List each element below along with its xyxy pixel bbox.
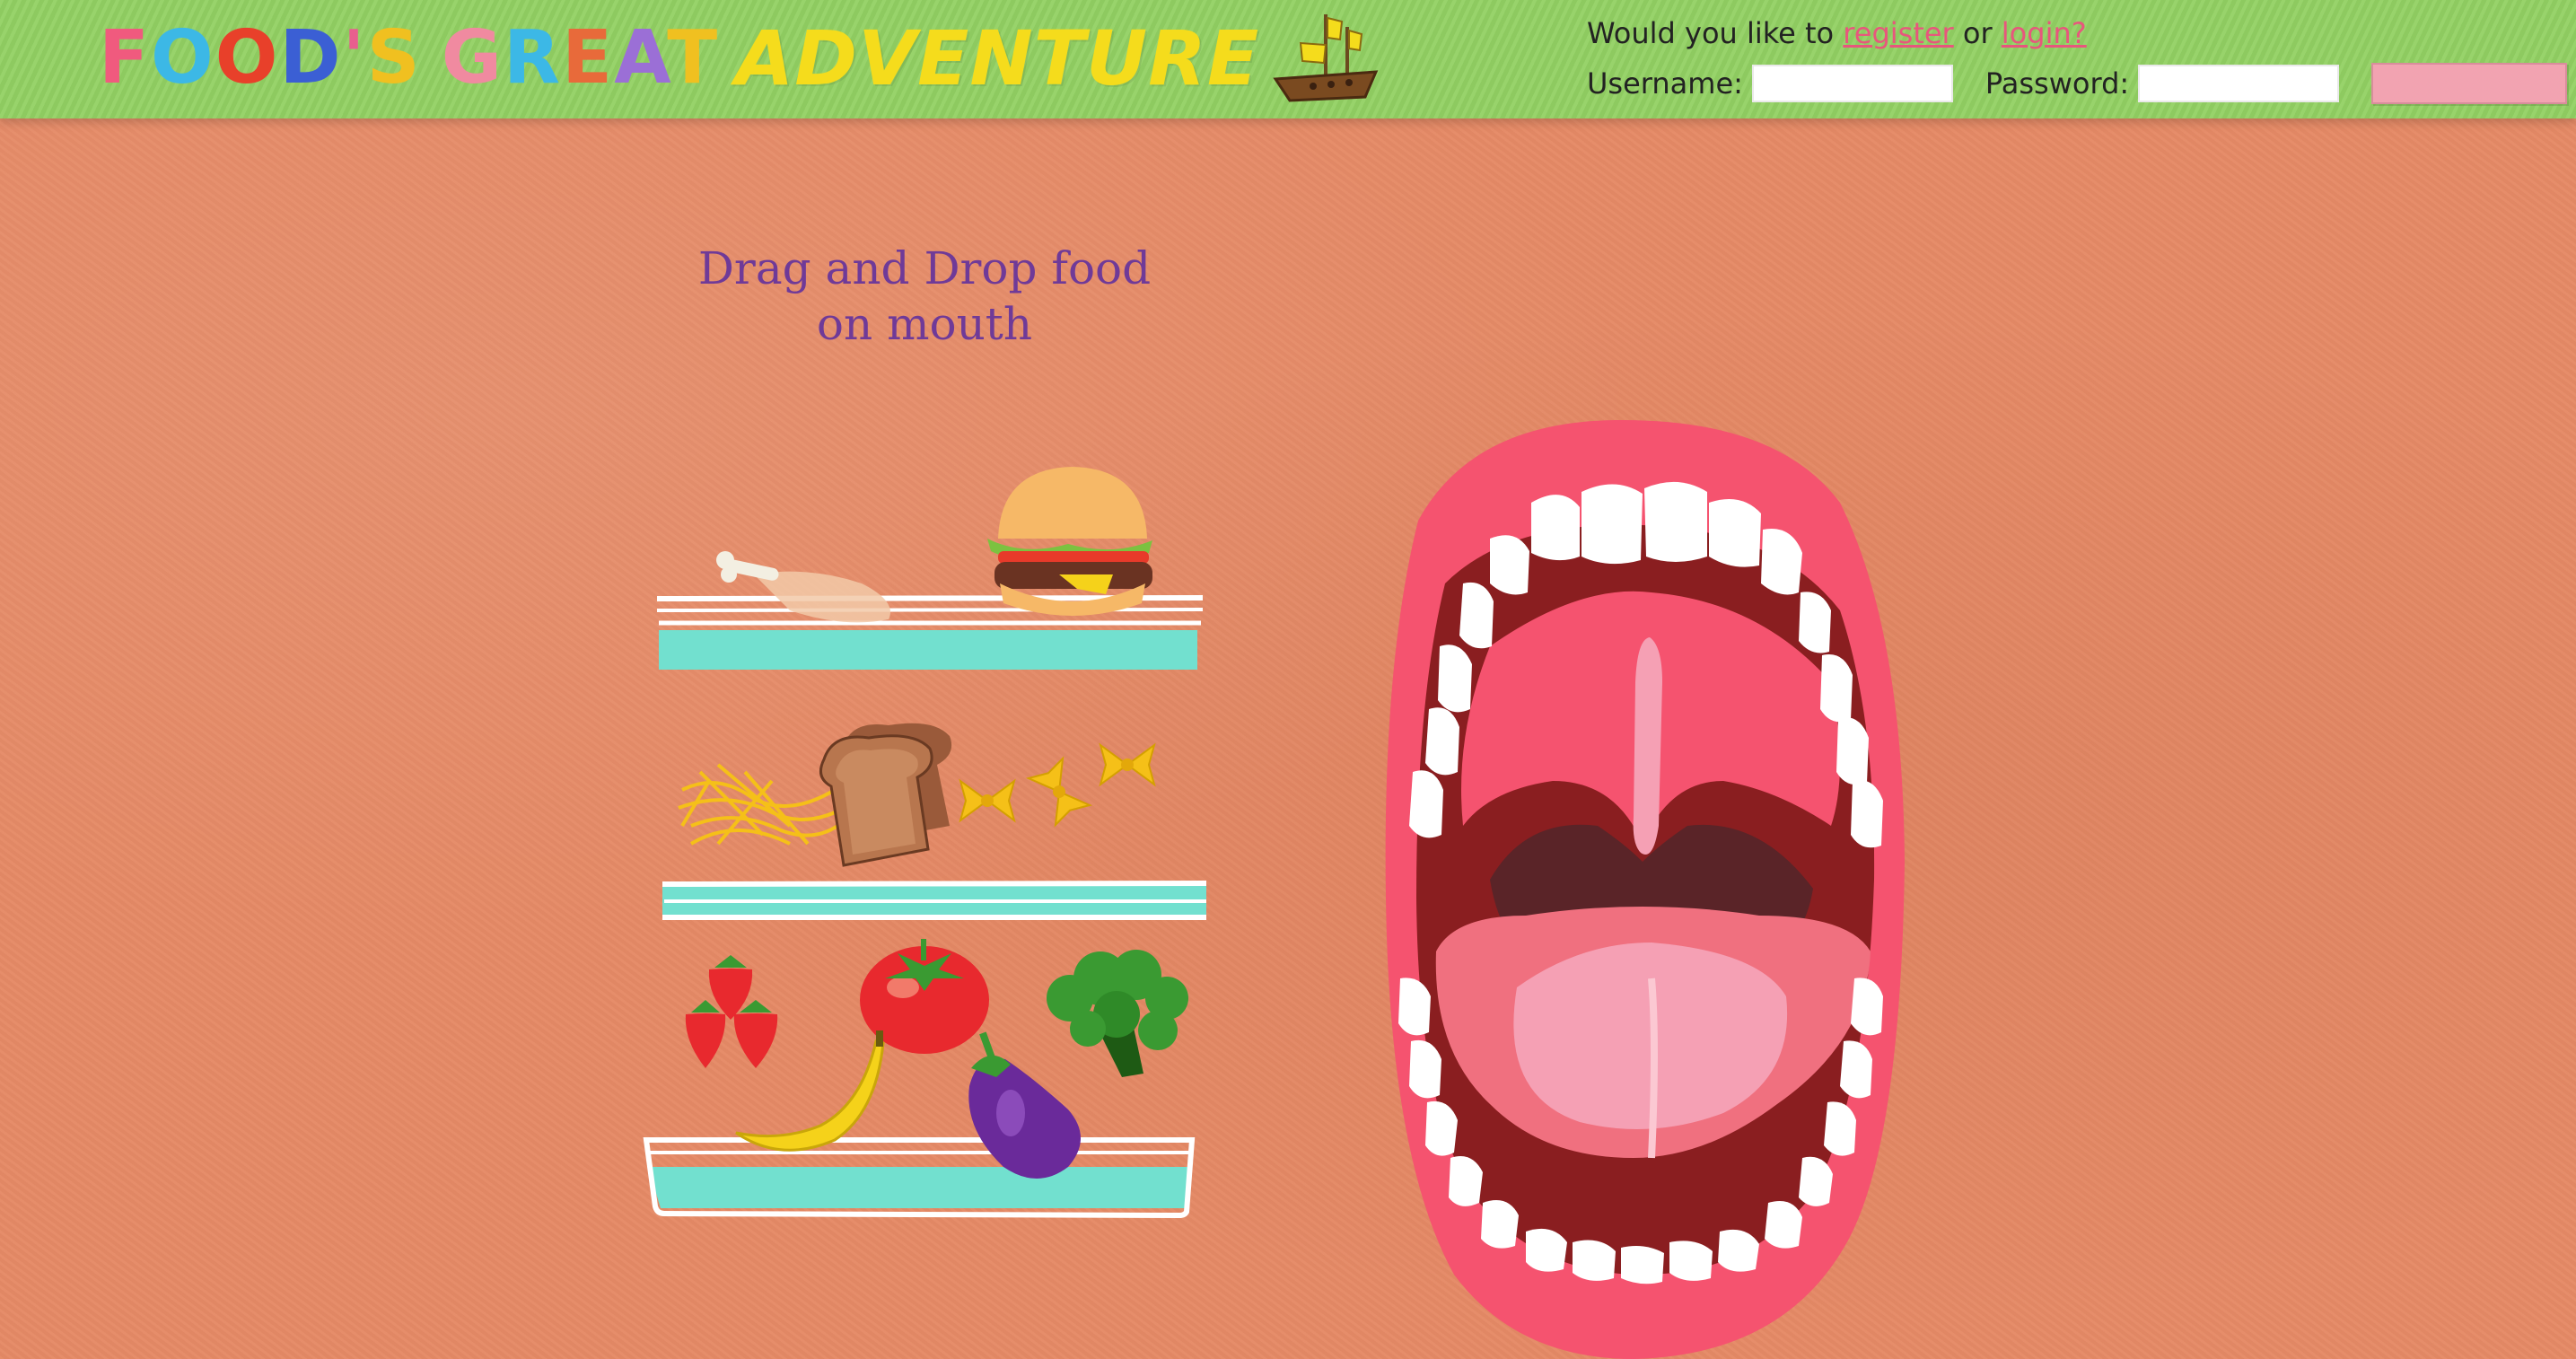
- food-shelves: [643, 595, 1207, 1219]
- eggplant[interactable]: [968, 1031, 1081, 1179]
- open-mouth[interactable]: [1385, 419, 1905, 1359]
- strawberries[interactable]: [685, 955, 778, 1068]
- bowtie-pasta[interactable]: [959, 742, 1156, 828]
- game-scene: [643, 419, 1905, 1359]
- bread-slices[interactable]: [819, 723, 952, 867]
- hamburger[interactable]: [987, 467, 1152, 616]
- shelf-bottom: [643, 1137, 1196, 1219]
- broccoli[interactable]: [1047, 950, 1188, 1077]
- shelf-middle: [662, 881, 1207, 920]
